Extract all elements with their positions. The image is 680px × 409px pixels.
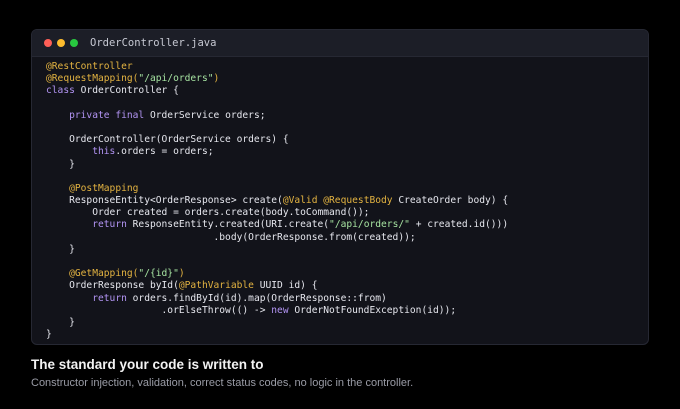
code-line: Order created = orders.create(body.toCom…: [46, 207, 508, 219]
code-token-annotation: @PostMapping: [69, 182, 139, 194]
code-token-annotation: @GetMapping(: [69, 268, 139, 280]
code-token-plain: UUID id) {: [253, 280, 318, 292]
caption-title: The standard your code is written to: [31, 357, 264, 372]
code-line: }: [46, 159, 508, 171]
code-token-annotation: @PathVariable: [178, 280, 254, 292]
code-token-plain: CreateOrder body) {: [392, 195, 509, 207]
code-token-plain: }: [46, 329, 52, 341]
code-token-keyword: return: [92, 292, 127, 304]
code-line: OrderController(OrderService orders) {: [46, 134, 508, 146]
code-token-plain: OrderController {: [74, 85, 179, 97]
code-token-plain: Order created = orders.create(body.toCom…: [46, 207, 370, 219]
code-token-keyword: this: [92, 146, 116, 158]
code-line: @GetMapping("/{id}"): [46, 268, 508, 280]
window-minimize-icon[interactable]: [57, 39, 65, 47]
editor-titlebar: OrderController.java: [32, 30, 648, 57]
code-editor-window: OrderController.java @RestController @Req…: [31, 29, 649, 345]
code-token-plain: }: [46, 158, 75, 170]
code-token-plain: OrderService orders;: [144, 109, 266, 121]
caption-subtitle: Constructor injection, validation, corre…: [31, 377, 414, 389]
code-token-plain: orders.findById(id).map(OrderResponse::f…: [126, 292, 387, 304]
code-line: this.orders = orders;: [46, 146, 508, 158]
code-token-plain: }: [46, 243, 75, 255]
code-token-plain: OrderNotFoundException(id));: [288, 304, 457, 316]
code-line: .body(OrderResponse.from(created));: [46, 232, 508, 244]
code-token-plain: .orders = orders;: [115, 146, 214, 158]
code-token-plain: OrderResponse byId(: [46, 280, 179, 292]
code-token-string: "/api/orders/": [329, 219, 410, 231]
code-line: @PostMapping: [46, 183, 508, 195]
code-line: class OrderController {: [46, 85, 508, 97]
code-line: @RequestMapping("/api/orders"): [46, 73, 508, 85]
code-token-annotation: @RestController: [46, 61, 133, 72]
code-line: @RestController: [46, 61, 508, 73]
code-token-plain: + created.id())): [409, 219, 509, 231]
code-line: return orders.findById(id).map(OrderResp…: [46, 293, 508, 305]
code-token-string: "/api/orders": [138, 73, 214, 85]
code-token-annotation: ): [213, 73, 220, 85]
code-token-plain: .body(OrderResponse.from(created));: [46, 231, 416, 243]
code-line: }: [46, 244, 508, 256]
code-token-keyword: new: [271, 304, 289, 316]
code-line: ResponseEntity<OrderResponse> create(@Va…: [46, 195, 508, 207]
editor-filename: OrderController.java: [90, 37, 217, 49]
code-token-keyword: class: [46, 85, 75, 97]
code-token-plain: }: [46, 316, 75, 328]
code-line: .orElseThrow(() -> new OrderNotFoundExce…: [46, 305, 508, 317]
code-token-string: "/{id}": [138, 268, 179, 280]
code-token-keyword: return: [92, 219, 127, 231]
code-token-plain: ResponseEntity<OrderResponse> create(: [46, 195, 283, 207]
code-block: @RestController @RequestMapping("/api/ord…: [46, 61, 508, 341]
code-token-keyword: private final: [69, 109, 145, 121]
window-close-icon[interactable]: [44, 39, 52, 47]
code-token-plain: ResponseEntity.created(URI.create(: [126, 219, 330, 231]
code-line: }: [46, 329, 508, 341]
code-token-annotation: @RequestMapping(: [46, 73, 139, 85]
code-token-plain: OrderController(OrderService orders) {: [46, 134, 289, 146]
code-line: return ResponseEntity.created(URI.create…: [46, 219, 508, 231]
code-token-plain: .orElseThrow(() ->: [46, 304, 272, 316]
code-line: private final OrderService orders;: [46, 110, 508, 122]
code-line: OrderResponse byId(@PathVariable UUID id…: [46, 280, 508, 292]
window-maximize-icon[interactable]: [70, 39, 78, 47]
code-token-annotation: @Valid @RequestBody: [282, 195, 393, 207]
code-line: }: [46, 317, 508, 329]
code-token-annotation: ): [178, 268, 185, 280]
